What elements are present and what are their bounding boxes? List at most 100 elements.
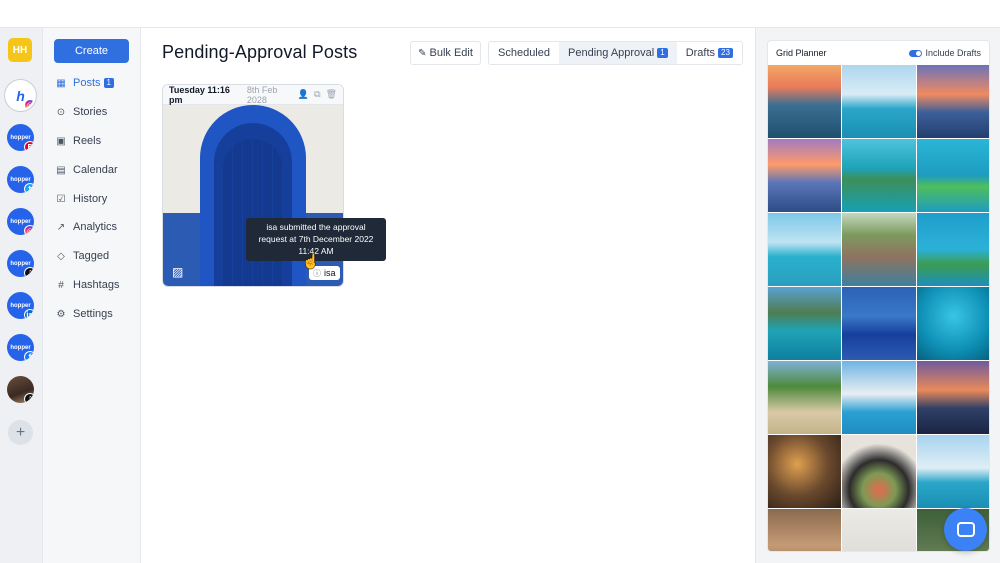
- hashtag-icon: #: [58, 279, 64, 291]
- tab-drafts[interactable]: Drafts 23: [677, 42, 742, 64]
- posts-count-badge: 1: [103, 78, 114, 88]
- account-avatar-linkedin[interactable]: hopper in: [7, 292, 34, 319]
- sidebar-item-label: Hashtags: [73, 279, 120, 291]
- chat-support-button[interactable]: [944, 508, 987, 551]
- account-avatar-instagram-active[interactable]: h ◎: [7, 82, 34, 109]
- tab-label: Drafts: [685, 47, 716, 59]
- account-label: hopper: [10, 176, 31, 183]
- grid-icon: ▦: [56, 77, 66, 89]
- grid-tile[interactable]: [917, 287, 989, 360]
- facebook-icon: f: [24, 351, 34, 361]
- grid-tile[interactable]: [842, 287, 916, 360]
- grid-tile[interactable]: [768, 213, 841, 286]
- sidebar-item-label: History: [73, 193, 108, 205]
- sidebar-item-label: Tagged: [73, 250, 110, 262]
- include-drafts-toggle[interactable]: Include Drafts: [909, 48, 981, 58]
- top-strip: [0, 0, 1000, 28]
- account-avatar-twitter[interactable]: hopper t: [7, 166, 34, 193]
- post-time: Tuesday 11:16 pm: [169, 84, 230, 105]
- sidebar-item-tagged[interactable]: ◇ Tagged: [55, 247, 109, 265]
- sidebar-item-stories[interactable]: ⊙ Stories: [55, 103, 107, 121]
- account-rail: HH h ◎ hopper P hopper t hopper ◎ hopper…: [0, 28, 43, 563]
- grid-tile[interactable]: [768, 435, 841, 508]
- bulk-edit-button[interactable]: ✎ Bulk Edit: [410, 41, 481, 65]
- grid-tile[interactable]: [842, 65, 916, 138]
- pinterest-icon: P: [24, 141, 34, 151]
- sidebar-item-label: Posts: [73, 77, 101, 89]
- post-status-tabs: Scheduled Pending Approval 1 Drafts 23: [488, 41, 743, 65]
- reels-icon: ▣: [56, 135, 66, 147]
- grid-tile[interactable]: [917, 213, 989, 286]
- submitter-name: isa: [324, 268, 336, 278]
- sidebar-item-label: Stories: [73, 106, 108, 118]
- toggle-label: Include Drafts: [925, 48, 981, 58]
- tag-icon: ◇: [57, 250, 65, 262]
- account-avatar-tiktok-personal[interactable]: ♪: [7, 376, 34, 403]
- tab-label: Scheduled: [498, 47, 550, 59]
- grid-tile[interactable]: [842, 213, 916, 286]
- account-avatar-facebook[interactable]: hopper f: [7, 334, 34, 361]
- account-avatar-tiktok[interactable]: hopper ♪: [7, 250, 34, 277]
- grid-tile[interactable]: [768, 287, 841, 360]
- grid-tile[interactable]: [917, 139, 989, 212]
- bulk-edit-label: Bulk Edit: [429, 47, 473, 59]
- image-type-icon: ▨: [172, 265, 184, 279]
- sidebar-item-posts[interactable]: ▦ Posts 1: [55, 74, 114, 92]
- toggle-switch[interactable]: [909, 49, 923, 57]
- instagram-icon: ◎: [24, 99, 34, 109]
- grid-tile[interactable]: [768, 361, 841, 434]
- twitter-icon: t: [24, 183, 34, 193]
- tab-label: Pending Approval: [568, 47, 655, 59]
- post-actions: 👤 ⧉ 🗑: [298, 89, 337, 100]
- add-account-button[interactable]: +: [8, 420, 33, 445]
- grid-tile[interactable]: [842, 509, 916, 551]
- sidebar-item-settings[interactable]: ⚙ Settings: [55, 305, 113, 323]
- tab-pending-approval[interactable]: Pending Approval 1: [559, 42, 677, 64]
- chat-icon: [956, 522, 975, 537]
- planner-header: Grid Planner Include Drafts: [768, 41, 989, 65]
- sidebar-item-label: Calendar: [73, 164, 118, 176]
- account-avatar-instagram[interactable]: hopper ◎: [7, 208, 34, 235]
- sidebar-item-hashtags[interactable]: # Hashtags: [55, 276, 119, 294]
- create-button[interactable]: Create: [54, 39, 129, 63]
- sidebar-nav: Create ▦ Posts 1 ⊙ Stories ▣ Reels ▤ Cal…: [43, 28, 141, 563]
- grid-tile[interactable]: [768, 65, 841, 138]
- trash-icon[interactable]: 🗑: [326, 89, 337, 100]
- grid-planner: Grid Planner Include Drafts: [767, 40, 990, 552]
- sidebar-item-label: Analytics: [73, 221, 118, 233]
- account-label: hopper: [10, 260, 31, 267]
- brand-logo[interactable]: HH: [8, 38, 32, 62]
- grid-tile[interactable]: [842, 361, 916, 434]
- grid-tile[interactable]: [917, 361, 989, 434]
- post-date: 8th Feb 2028: [246, 84, 278, 105]
- edit-icon: ✎: [418, 47, 427, 59]
- tooltip-line: request at 7th December 2022: [258, 234, 374, 244]
- assign-user-icon[interactable]: 👤: [298, 89, 309, 100]
- stories-icon: ⊙: [56, 106, 66, 118]
- grid-tile[interactable]: [768, 509, 841, 551]
- sidebar-item-history[interactable]: ☑ History: [55, 190, 108, 208]
- grid-tile[interactable]: [917, 65, 989, 138]
- sidebar-item-label: Reels: [73, 135, 102, 147]
- tiktok-icon: ♪: [24, 393, 34, 403]
- account-label: hopper: [10, 344, 31, 351]
- grid-tile[interactable]: [917, 435, 989, 508]
- duplicate-icon[interactable]: ⧉: [314, 89, 320, 100]
- calendar-icon: ▤: [56, 164, 66, 176]
- grid-tiles: [768, 65, 989, 551]
- account-label: hopper: [10, 302, 31, 309]
- pending-count-badge: 1: [657, 48, 668, 58]
- door: [223, 139, 283, 286]
- hand-cursor-icon: ☝: [302, 253, 320, 269]
- tab-scheduled[interactable]: Scheduled: [489, 42, 559, 64]
- sidebar-item-reels[interactable]: ▣ Reels: [55, 132, 101, 150]
- account-label: h: [16, 87, 25, 104]
- grid-tile[interactable]: [842, 435, 916, 508]
- grid-tile[interactable]: [842, 139, 916, 212]
- grid-tile[interactable]: [768, 139, 841, 212]
- account-avatar-pinterest[interactable]: hopper P: [7, 124, 34, 151]
- sidebar-item-analytics[interactable]: ↗ Analytics: [55, 218, 117, 236]
- sidebar-item-calendar[interactable]: ▤ Calendar: [55, 161, 118, 179]
- sidebar-item-label: Settings: [73, 308, 113, 320]
- account-label: hopper: [10, 218, 31, 225]
